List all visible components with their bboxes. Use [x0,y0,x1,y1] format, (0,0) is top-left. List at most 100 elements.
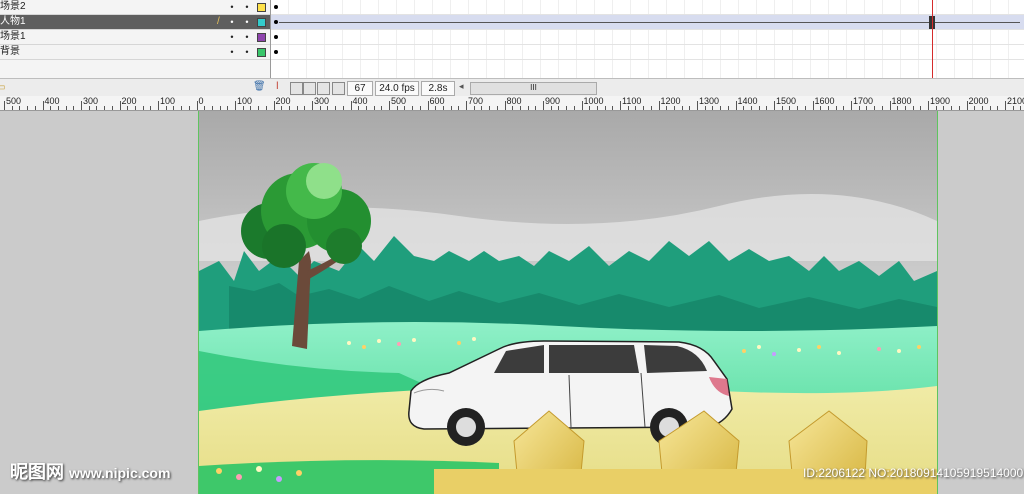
ruler-label: 500 [391,96,407,106]
ruler-minor-tick [858,106,860,110]
ruler-minor-tick [589,106,591,110]
onion-markers-icon[interactable] [332,82,345,95]
ruler-minor-tick [227,106,229,110]
ruler-minor-tick [681,106,683,110]
keyframe-icon[interactable] [274,5,278,9]
onion-skin-icon[interactable] [290,82,303,95]
ruler-minor-tick [766,106,768,110]
ruler-minor-tick [104,106,106,110]
watermark-brand: 昵图网 www.nipic.com [10,458,170,484]
ruler-major-tick [196,101,198,110]
ruler-minor-tick [550,106,552,110]
ruler-minor-tick [781,106,783,110]
stage-canvas[interactable] [198,111,938,494]
ruler-label: 1300 [699,96,720,106]
ruler-major-tick [735,101,737,110]
ruler-minor-tick [558,106,560,110]
ruler-minor-tick [327,106,329,110]
ruler-minor-tick [419,106,421,110]
frame-row[interactable] [271,30,1024,45]
motion-tween-line [279,22,1020,23]
visibility-dot-icon[interactable]: • [229,30,235,44]
frame-row[interactable] [271,0,1024,15]
ruler-minor-tick [489,106,491,110]
ruler-minor-tick [442,106,444,110]
ruler-label: 500 [6,96,22,106]
ruler-label: 400 [44,96,60,106]
layer-color-swatch[interactable] [257,18,266,27]
ruler-minor-tick [150,106,152,110]
scroll-left-icon[interactable]: ◂ [459,81,464,92]
ruler-minor-tick [57,106,59,110]
ruler-minor-tick [827,106,829,110]
ruler-minor-tick [627,106,629,110]
ruler-minor-tick [373,106,375,110]
ruler-minor-tick [173,106,175,110]
ruler-label: 1900 [930,96,951,106]
ruler-major-tick [774,101,775,110]
ruler-label: 300 [83,96,99,106]
ruler-minor-tick [604,106,606,110]
ruler-minor-tick [204,106,206,110]
keyframe-icon[interactable] [274,35,278,39]
ruler-label: 2100 [1007,96,1024,106]
ruler-minor-tick [111,106,113,110]
ruler-major-tick [620,101,621,110]
frame-grid[interactable] [271,0,1024,78]
ruler-minor-tick [473,106,475,110]
visibility-dot-icon[interactable]: • [229,15,235,29]
ruler-minor-tick [974,106,976,110]
layer-name: 人物1 [0,16,26,27]
keyframe-icon[interactable] [274,20,278,24]
lock-dot-icon[interactable]: • [244,15,250,29]
pencil-icon: / [217,16,220,27]
visibility-dot-icon[interactable]: • [229,0,235,14]
ruler-minor-tick [288,106,290,110]
layer-row[interactable]: 场景1 • • [0,30,270,45]
folder-icon[interactable]: ▭ [0,82,7,93]
layer-name: 场景2 [0,1,26,12]
visibility-dot-icon[interactable]: • [229,45,235,59]
ruler-minor-tick [458,106,460,110]
timeline-scrollbar[interactable]: III [470,82,597,95]
ruler-label: 1200 [660,96,681,106]
playhead[interactable] [932,0,933,78]
elapsed-time-field[interactable]: 2.8s [421,81,455,96]
ruler-major-tick [658,101,660,110]
ruler-minor-tick [566,106,568,110]
ruler-minor-tick [512,106,514,110]
ruler-minor-tick [96,106,98,110]
ruler-minor-tick [127,106,129,110]
onion-outline-icon[interactable] [303,82,316,95]
layer-row[interactable]: 背景 • • [0,45,270,60]
current-frame-field[interactable]: 67 [347,81,373,96]
keyframe-icon[interactable] [274,50,278,54]
layer-color-swatch[interactable] [257,33,266,42]
ruler-label: 1100 [622,96,642,106]
frame-row-selected[interactable] [271,15,1024,30]
edit-multiple-icon[interactable] [317,82,330,95]
ruler-major-tick [119,101,121,110]
watermark-url: www.nipic.com [69,465,171,481]
layer-name: 背景 [0,46,20,57]
layer-color-swatch[interactable] [257,3,266,12]
ruler-minor-tick [11,106,13,110]
layer-row[interactable]: 场景2 • • [0,0,270,15]
ruler-major-tick [966,101,968,110]
trash-icon[interactable]: 🗑 [253,82,266,93]
ruler-label: 1600 [814,96,835,106]
lock-dot-icon[interactable]: • [244,30,250,44]
ruler-major-tick [581,101,583,110]
ruler-minor-tick [650,106,652,110]
ruler-minor-tick [943,106,945,110]
ruler-minor-tick [835,106,837,110]
layer-row-selected[interactable]: 人物1 / • • [0,15,270,30]
ruler-minor-tick [242,106,244,110]
frame-row[interactable] [271,45,1024,60]
center-frame-icon[interactable]: ǀ [276,82,287,93]
frame-rate-field[interactable]: 24.0 fps [375,81,419,96]
lock-dot-icon[interactable]: • [244,45,250,59]
lock-dot-icon[interactable]: • [244,0,250,14]
layer-color-swatch[interactable] [257,48,266,57]
ruler-label: 1800 [891,96,912,106]
